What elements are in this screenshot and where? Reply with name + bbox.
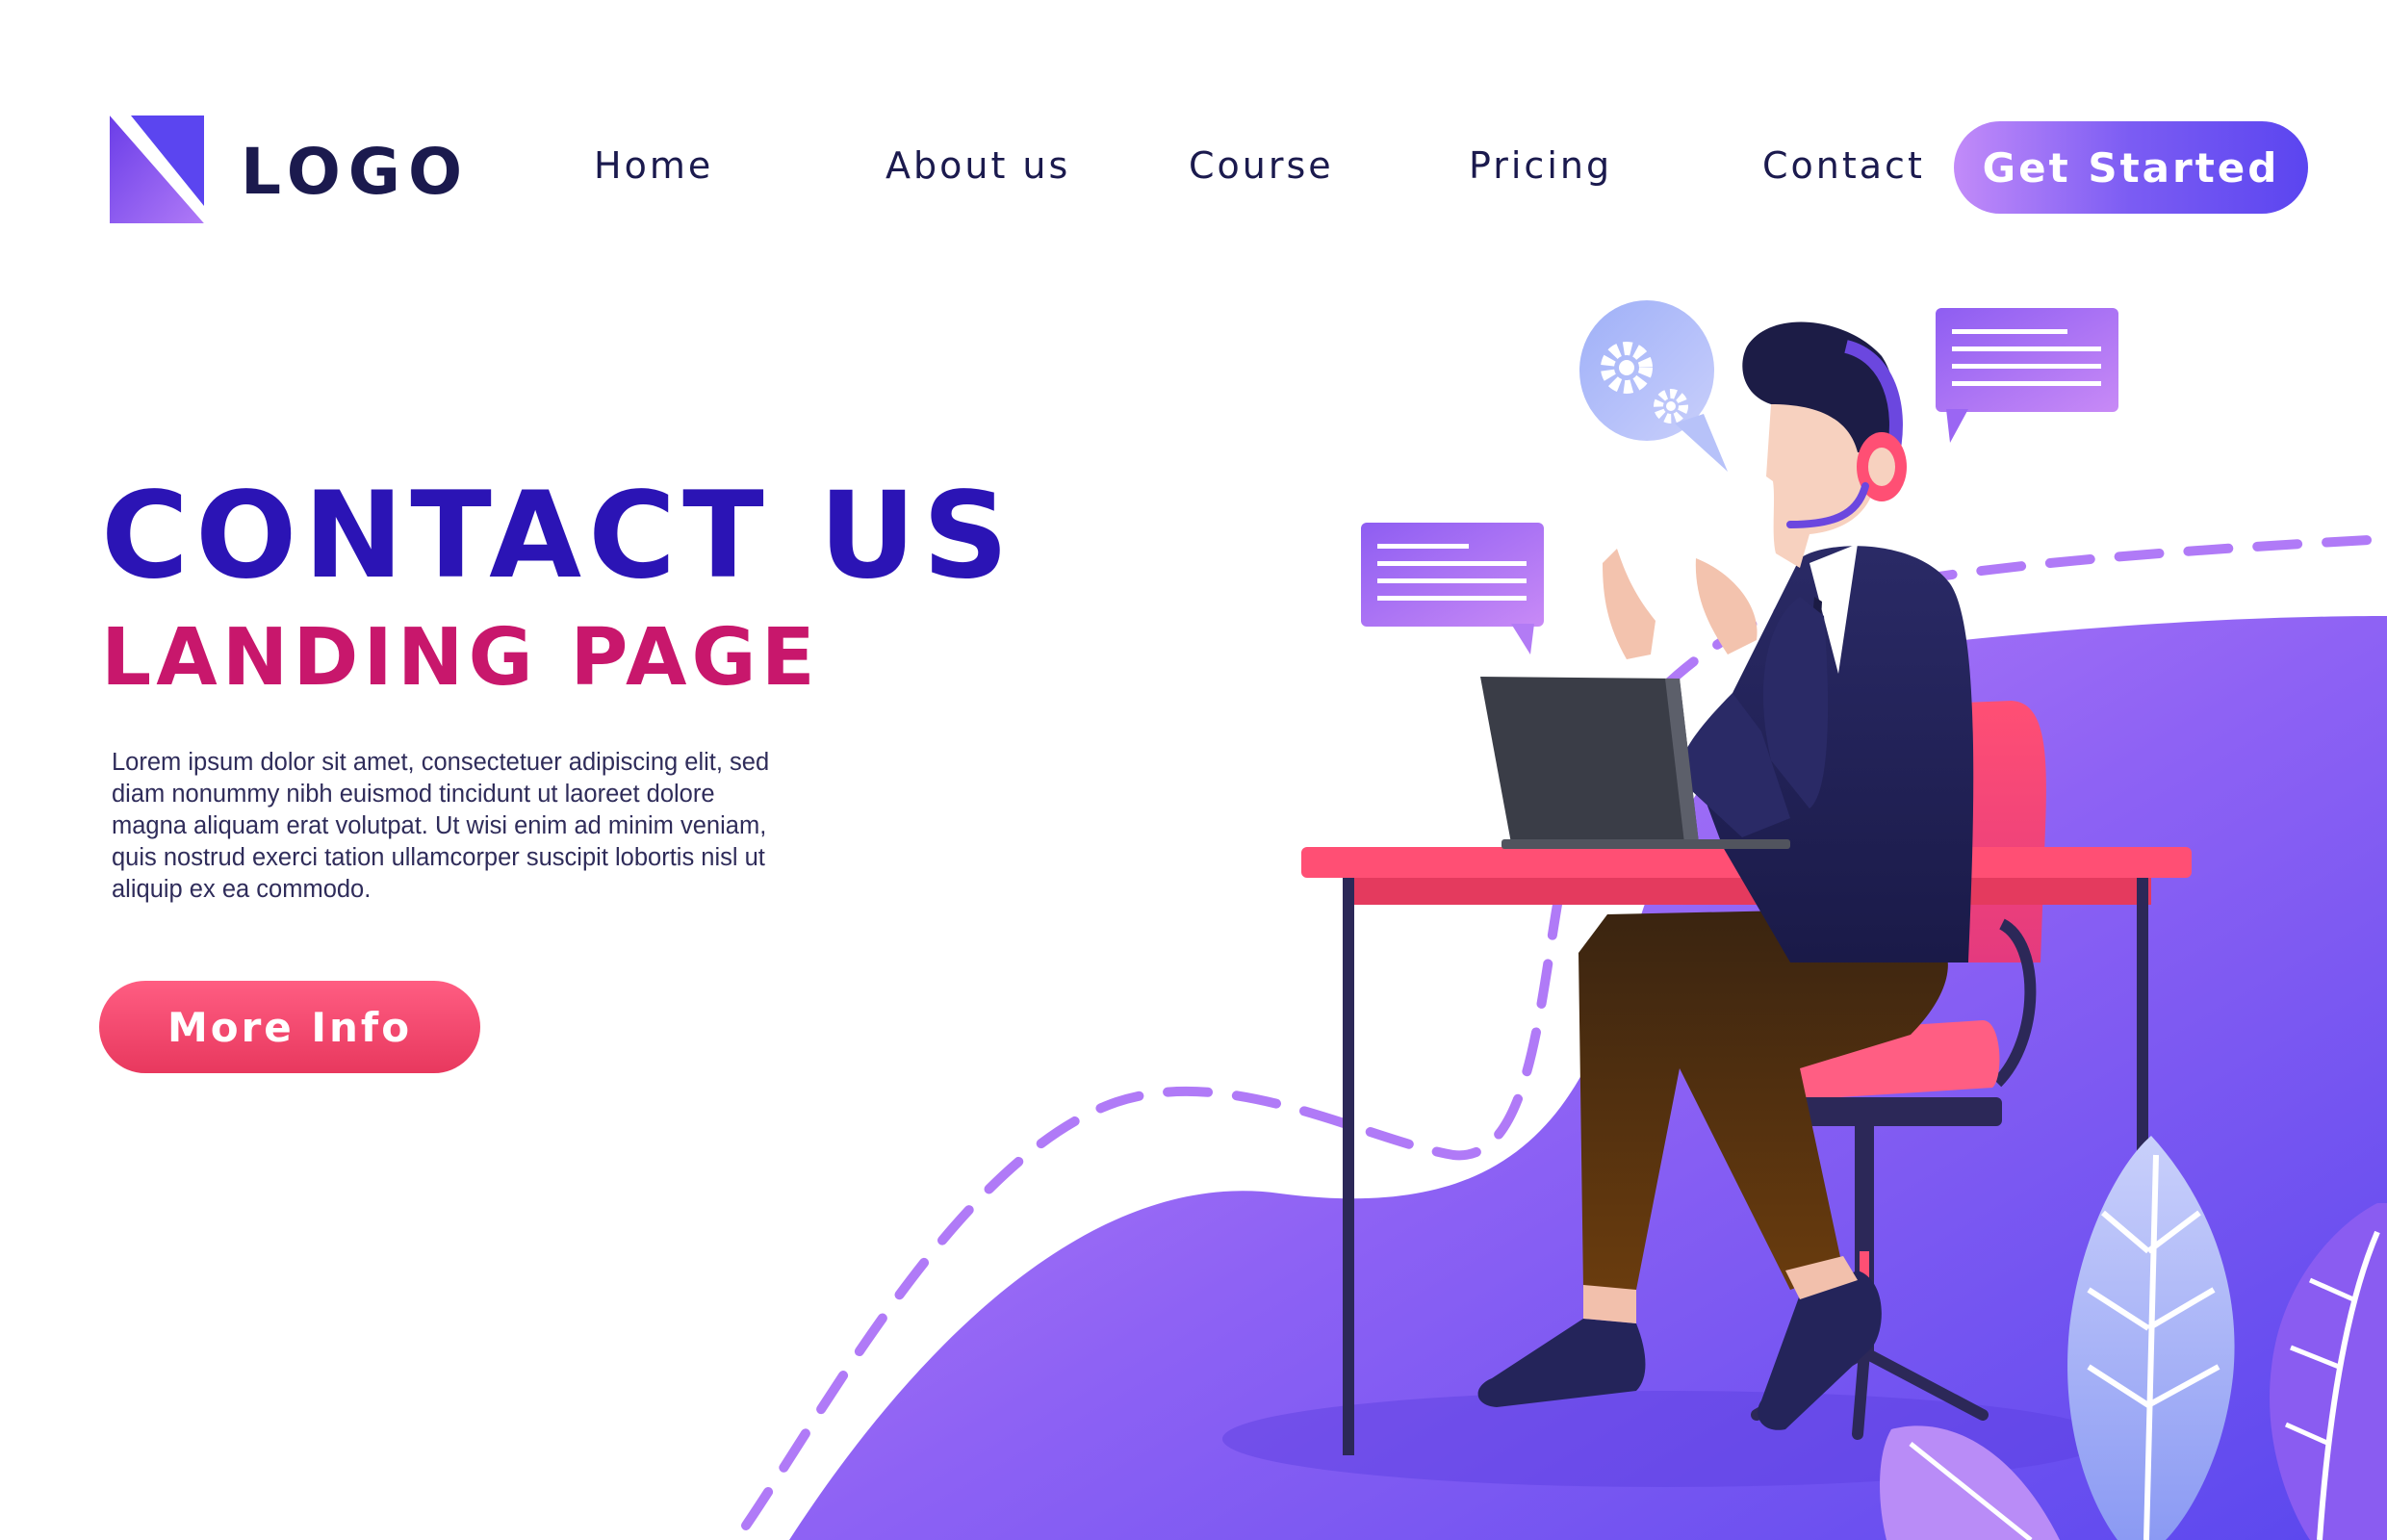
nav-item-course[interactable]: Course — [1189, 144, 1334, 187]
nav-item-home[interactable]: Home — [594, 144, 713, 187]
get-started-button[interactable]: Get Started — [1954, 121, 2308, 214]
chat-bubble-icon — [1936, 308, 2118, 443]
gear-icon — [1579, 300, 1728, 472]
hero-title: CONTACT US — [101, 467, 1015, 605]
logo-mark-icon[interactable] — [110, 116, 204, 223]
person-hand — [1603, 549, 1656, 659]
hero-description: Lorem ipsum dolor sit amet, consectetuer… — [112, 749, 770, 903]
chat-bubble-icon — [1361, 523, 1544, 654]
nav-item-pricing[interactable]: Pricing — [1469, 144, 1612, 187]
person-hand — [1695, 558, 1758, 654]
nav-item-about-us[interactable]: About us — [886, 144, 1070, 187]
hero-subtitle: LANDING PAGE — [101, 612, 820, 704]
nav-item-contact[interactable]: Contact — [1762, 144, 1925, 187]
logo-text[interactable]: LOGO — [241, 135, 470, 209]
more-info-button[interactable]: More Info — [99, 981, 480, 1073]
